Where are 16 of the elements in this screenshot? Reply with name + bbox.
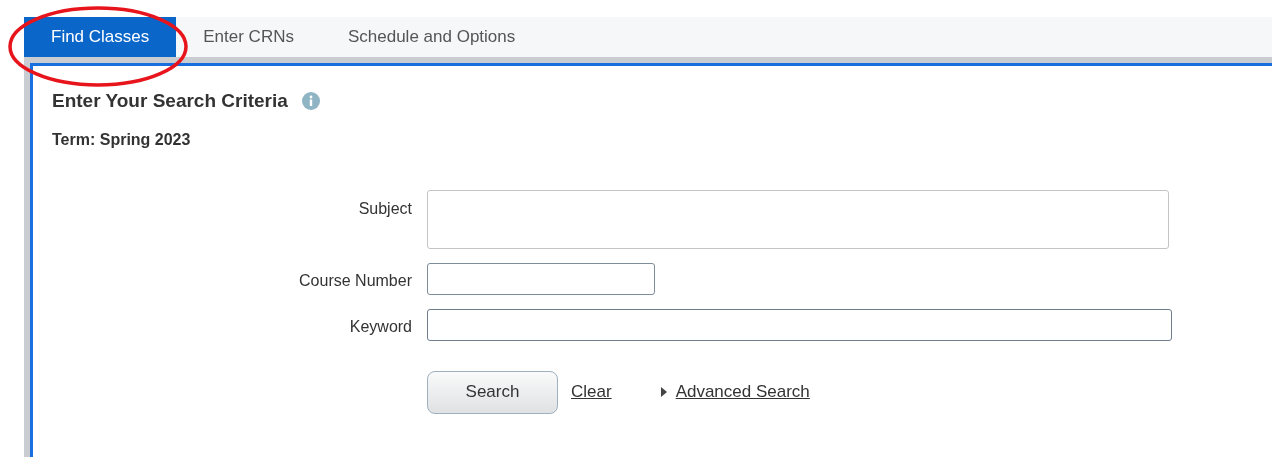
keyword-field[interactable] (427, 308, 1172, 341)
advanced-search-link[interactable]: Advanced Search (675, 379, 810, 405)
tab[interactable]: Enter CRNs (176, 17, 321, 57)
info-icon (301, 92, 320, 111)
field-label: Keyword (349, 316, 412, 337)
field-label: Subject (358, 198, 412, 219)
tab[interactable]: Schedule and Options (320, 17, 543, 57)
tab[interactable]: Find Classes (24, 17, 177, 57)
subject-field[interactable] (427, 189, 1169, 249)
panel-title: Enter Your Search Criteria (52, 89, 288, 113)
clear-link[interactable]: Clear (571, 379, 612, 405)
course-number-field[interactable] (427, 262, 655, 295)
term-label: Term: Spring 2023 (52, 129, 191, 150)
caret-icon (660, 387, 667, 397)
field-label: Course Number (299, 270, 412, 291)
search-button[interactable]: Search (427, 370, 558, 414)
